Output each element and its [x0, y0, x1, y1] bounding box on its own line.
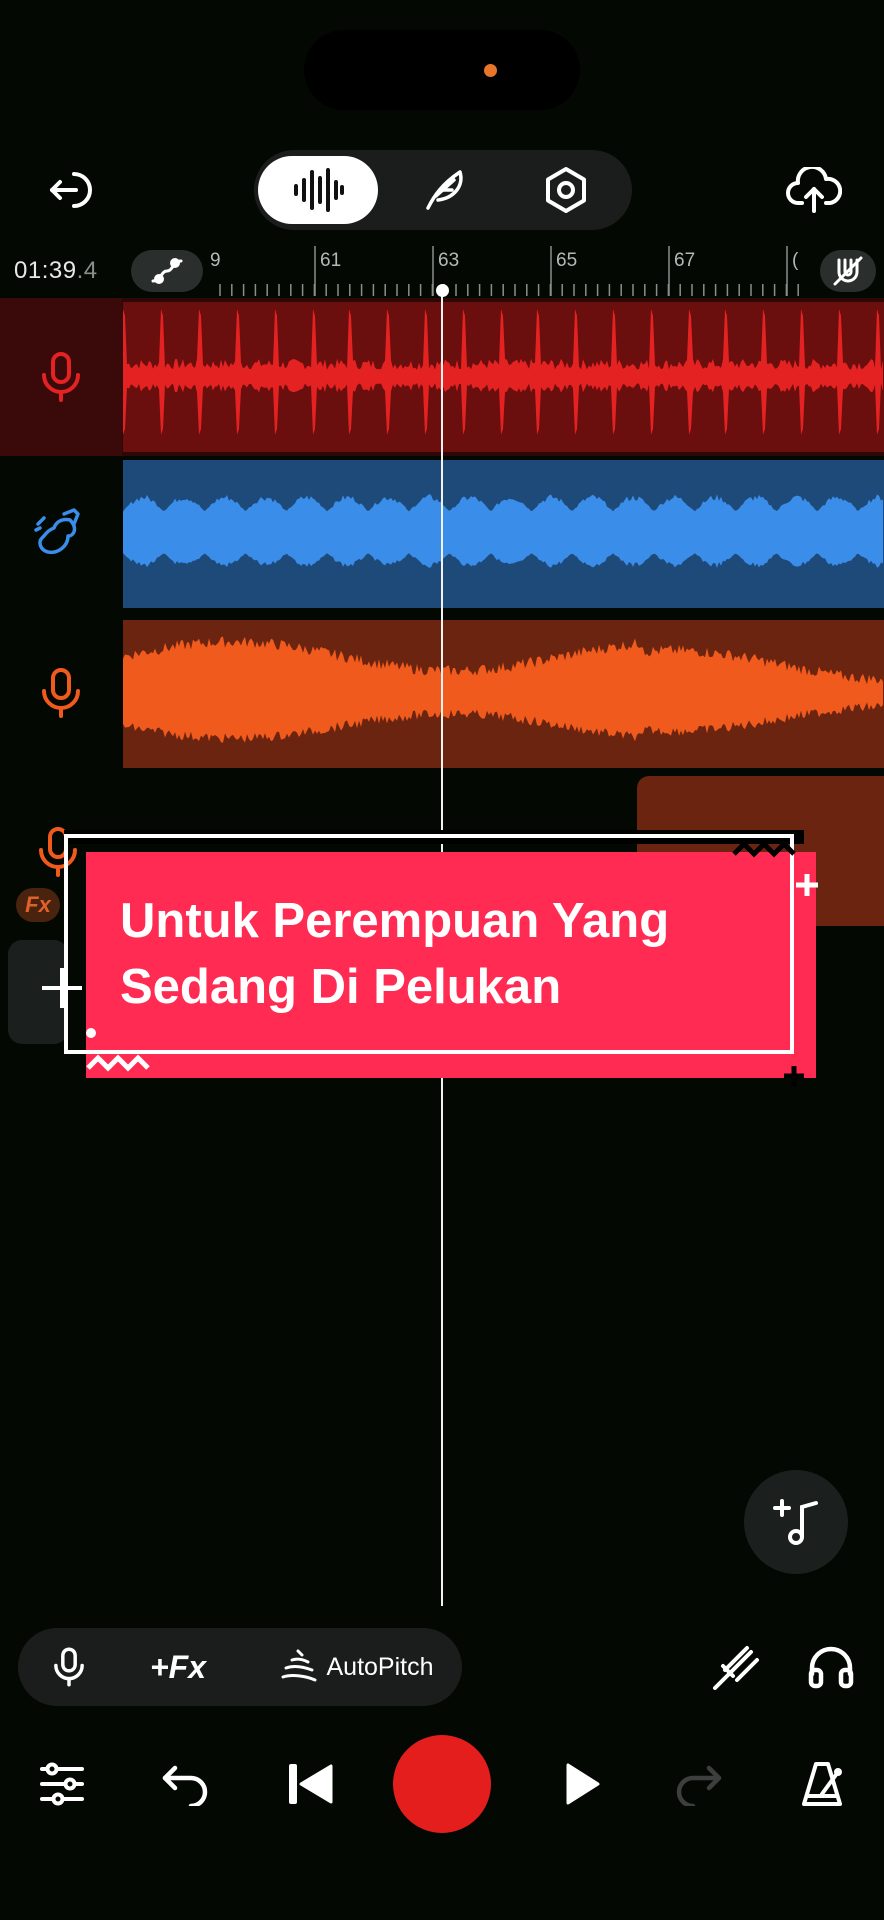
audio-clip-3[interactable]	[123, 620, 884, 768]
ruler-label-3: 65	[556, 250, 577, 271]
waveform-icon[interactable]	[258, 156, 378, 224]
caption-text: Untuk Perempuan Yang Sedang Di Pelukan	[120, 888, 780, 1020]
snap-magnet-icon[interactable]	[820, 250, 876, 292]
ruler-label-1: 61	[320, 250, 341, 271]
redo-icon[interactable]	[668, 1756, 728, 1812]
waveform-2	[123, 494, 883, 568]
tuning-fork-icon[interactable]	[706, 1636, 766, 1698]
mode-switcher	[254, 150, 632, 230]
ruler-label-2: 63	[438, 250, 459, 271]
elapsed-time: 01:39.4	[14, 257, 98, 285]
waveform-3	[123, 636, 883, 743]
zigzag-decoration	[86, 1052, 156, 1082]
dot-decoration	[86, 1028, 96, 1038]
record-mic-tool[interactable]	[38, 1628, 100, 1706]
headphones-icon[interactable]	[800, 1636, 862, 1698]
exit-icon[interactable]	[40, 160, 100, 220]
plus-decoration	[794, 872, 820, 898]
plus-decoration-dark	[782, 1064, 806, 1088]
skip-to-start-icon[interactable]	[282, 1756, 338, 1812]
plus-decoration-left	[40, 966, 84, 1010]
automation-curve-button[interactable]	[131, 250, 203, 292]
caption-line-1: Untuk Perempuan Yang	[120, 894, 670, 948]
playhead-handle[interactable]	[436, 284, 449, 297]
add-instrument-button[interactable]	[744, 1470, 848, 1574]
camera-notch	[304, 30, 580, 110]
caption-line-2: Sedang Di Pelukan	[120, 960, 562, 1014]
ruler-label-5: (	[792, 250, 799, 271]
feather-icon[interactable]	[384, 156, 504, 224]
audio-clip-1[interactable]	[123, 302, 884, 452]
add-music-note-icon	[773, 1499, 818, 1545]
track-toolbar: +Fx AutoPitch	[18, 1628, 462, 1706]
ruler-label-0: 9	[210, 250, 221, 271]
timeline-ruler[interactable]: 9 61 63 65 67 (	[210, 246, 810, 296]
undo-icon[interactable]	[156, 1756, 216, 1812]
cloud-upload-icon[interactable]	[782, 160, 846, 220]
autopitch-label: AutoPitch	[326, 1652, 434, 1681]
track-fx-badge[interactable]: Fx	[16, 888, 60, 922]
play-icon[interactable]	[554, 1756, 610, 1812]
settings-hex-icon[interactable]	[506, 156, 626, 224]
add-fx-button[interactable]: +Fx	[136, 1628, 220, 1706]
ruler-label-4: 67	[674, 250, 695, 271]
guitar-icon	[34, 508, 80, 555]
autopitch-icon	[281, 1649, 317, 1682]
microphone-icon	[42, 668, 80, 718]
metronome-icon[interactable]	[794, 1756, 850, 1812]
zigzag-decoration-top	[732, 838, 802, 868]
track-header-1[interactable]	[0, 298, 122, 456]
microphone-icon	[42, 352, 80, 402]
time-fraction: .4	[76, 257, 98, 284]
add-fx-label: +Fx	[149, 1648, 207, 1685]
waveform-1	[123, 309, 883, 435]
record-button[interactable]	[393, 1735, 491, 1833]
time-main: 01:39	[14, 257, 77, 284]
track-header-2[interactable]	[0, 458, 122, 608]
autopitch-button[interactable]: AutoPitch	[262, 1628, 452, 1706]
camera-indicator-dot	[484, 64, 497, 77]
track-header-3[interactable]	[0, 618, 122, 768]
mixer-sliders-icon[interactable]	[34, 1756, 90, 1812]
microphone-icon	[54, 1647, 84, 1687]
audio-clip-2[interactable]	[123, 460, 884, 608]
